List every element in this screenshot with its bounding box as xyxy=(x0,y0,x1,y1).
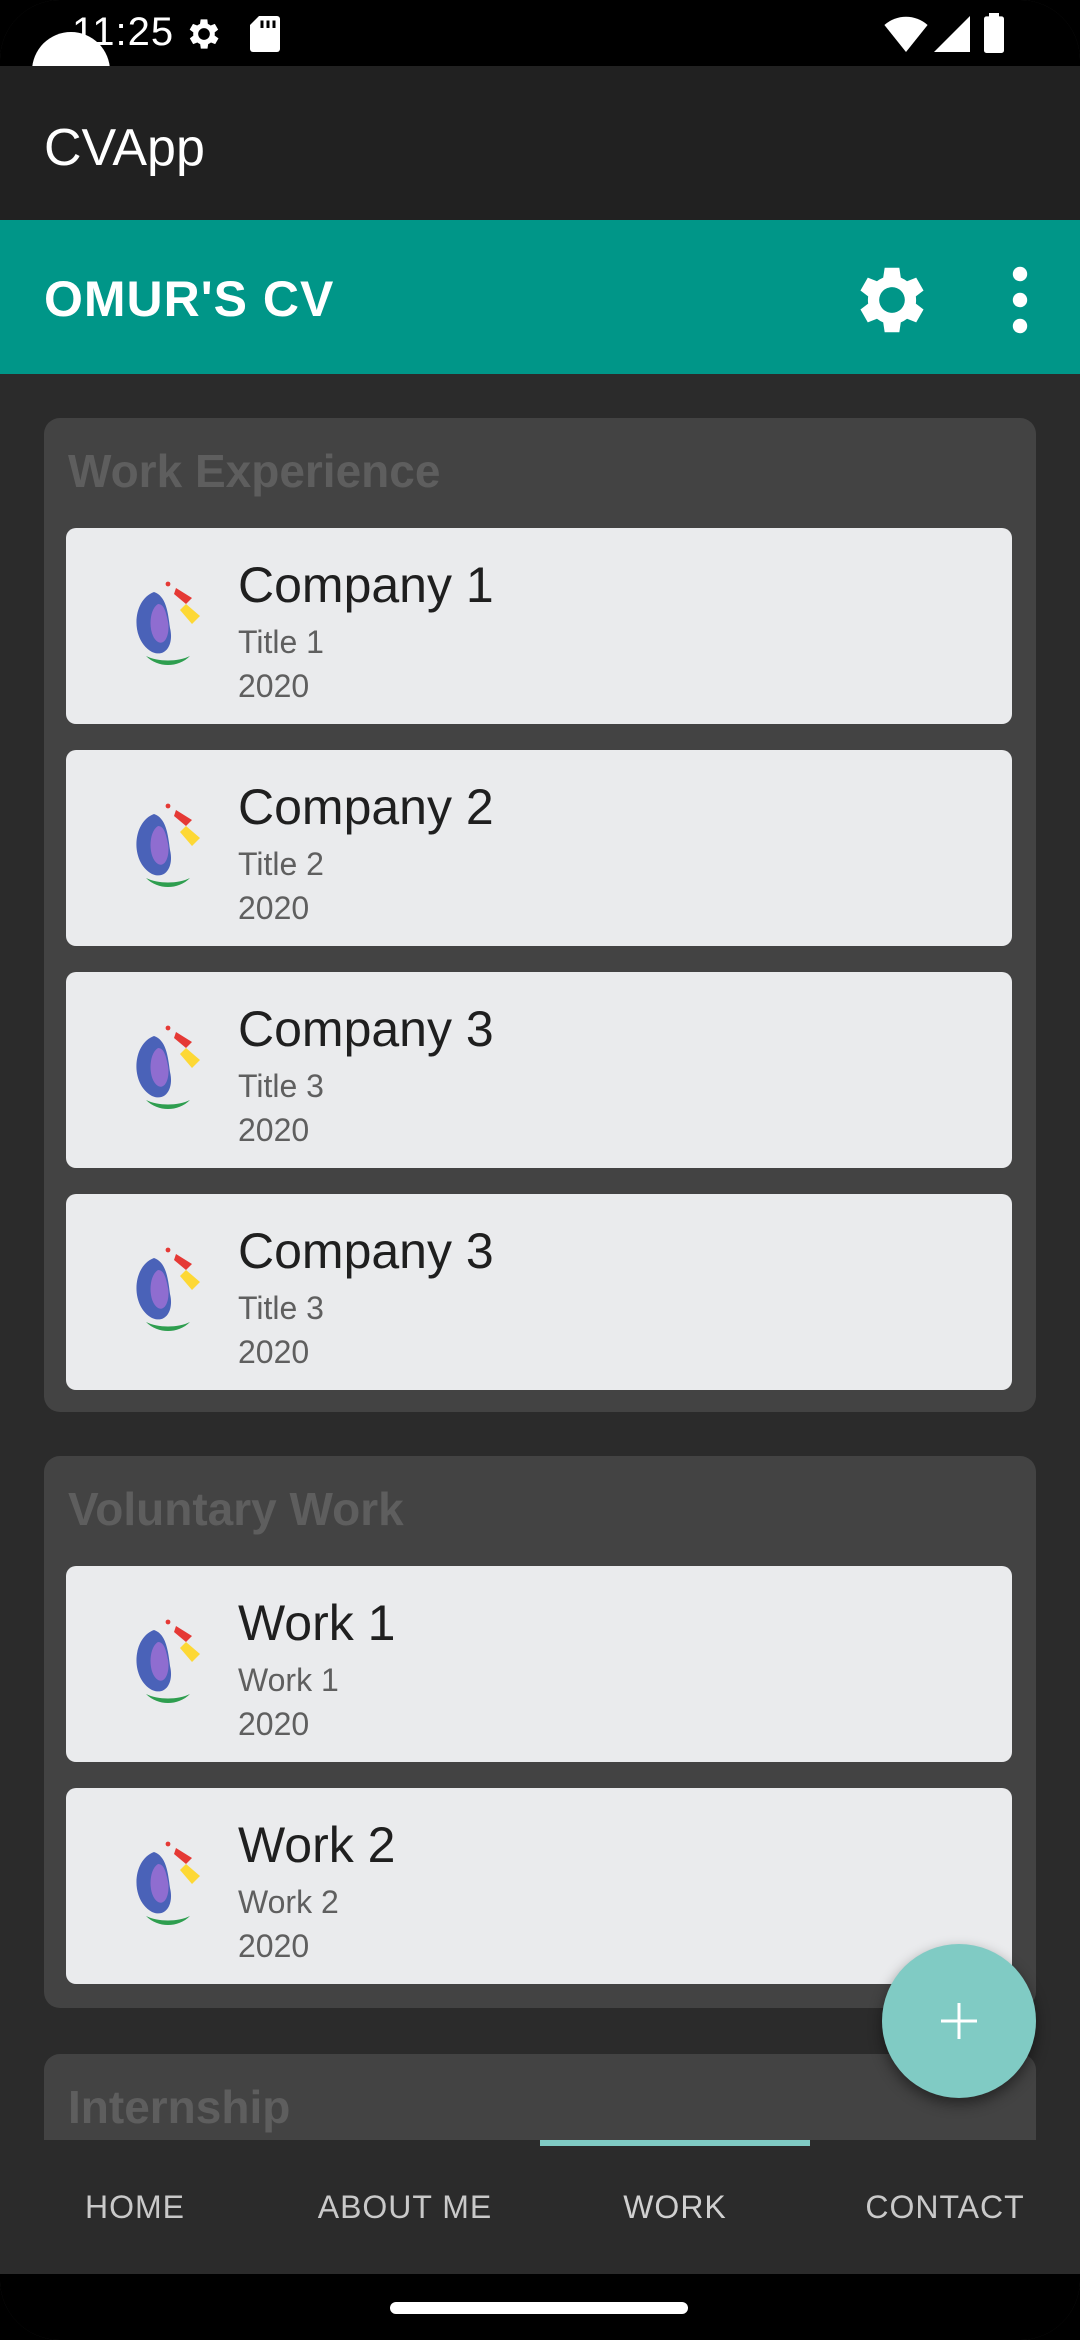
add-button[interactable] xyxy=(882,1944,1036,2098)
settings-icon[interactable] xyxy=(848,256,936,344)
toolbar: OMUR'S CV xyxy=(0,220,1080,374)
company-logo-icon xyxy=(136,581,200,665)
item-subtitle: Title 2 xyxy=(238,846,324,882)
company-logo-icon xyxy=(136,803,200,887)
wifi-icon xyxy=(884,16,928,52)
item-title: Company 3 xyxy=(238,1001,494,1057)
item-year: 2020 xyxy=(238,668,310,704)
section-title: Work Experience xyxy=(68,445,441,497)
list-item[interactable]: Company 3 Title 3 2020 xyxy=(66,972,1012,1168)
company-logo-icon xyxy=(136,1247,200,1331)
gesture-bar xyxy=(0,2274,1080,2340)
phone-screen: 11:25 CVApp OMUR'S CV Work Experience Co… xyxy=(0,0,1080,2340)
tab-work[interactable]: WORK xyxy=(540,2140,810,2274)
section-title: Voluntary Work xyxy=(68,1483,404,1535)
app-title: CVApp xyxy=(44,119,205,177)
item-subtitle: Title 1 xyxy=(238,624,324,660)
add-icon xyxy=(941,2003,977,2039)
item-title: Company 3 xyxy=(238,1223,494,1279)
item-title: Work 2 xyxy=(238,1817,396,1873)
home-handle[interactable] xyxy=(390,2302,688,2314)
list-item[interactable]: Work 1 Work 1 2020 xyxy=(66,1566,1012,1762)
toolbar-title: OMUR'S CV xyxy=(44,271,335,327)
item-year: 2020 xyxy=(238,1706,310,1742)
list-item[interactable]: Company 3 Title 3 2020 xyxy=(66,1194,1012,1390)
battery-icon xyxy=(984,13,1004,53)
app-title-bar: CVApp xyxy=(0,66,1080,220)
item-subtitle: Work 2 xyxy=(238,1884,339,1920)
tab-contact[interactable]: CONTACT xyxy=(810,2140,1080,2274)
more-vert-icon[interactable] xyxy=(1000,264,1040,336)
company-logo-icon xyxy=(136,1619,200,1703)
section-voluntary-work: Voluntary Work Work 1 Work 1 2020 Work 2… xyxy=(44,1456,1036,2008)
bottom-navigation: HOME ABOUT ME WORK CONTACT xyxy=(0,2140,1080,2274)
list-item[interactable]: Company 1 Title 1 2020 xyxy=(66,528,1012,724)
company-logo-icon xyxy=(136,1841,200,1925)
section-title: Internship xyxy=(68,2081,291,2133)
item-title: Company 2 xyxy=(238,779,494,835)
gear-icon xyxy=(189,19,219,49)
item-subtitle: Title 3 xyxy=(238,1290,324,1326)
item-year: 2020 xyxy=(238,1112,310,1148)
section-work-experience: Work Experience Company 1 Title 1 2020 C… xyxy=(44,418,1036,1412)
content-scroll[interactable]: Work Experience Company 1 Title 1 2020 C… xyxy=(0,374,1080,2140)
item-title: Work 1 xyxy=(238,1595,396,1651)
item-year: 2020 xyxy=(238,890,310,926)
list-item[interactable]: Company 2 Title 2 2020 xyxy=(66,750,1012,946)
tab-home[interactable]: HOME xyxy=(0,2140,270,2274)
item-subtitle: Work 1 xyxy=(238,1662,339,1698)
sd-card-icon xyxy=(250,16,280,52)
item-subtitle: Title 3 xyxy=(238,1068,324,1104)
tab-about-me[interactable]: ABOUT ME xyxy=(270,2140,540,2274)
status-bar: 11:25 xyxy=(0,0,1080,66)
item-title: Company 1 xyxy=(238,557,494,613)
item-year: 2020 xyxy=(238,1334,310,1370)
company-logo-icon xyxy=(136,1025,200,1109)
signal-icon xyxy=(934,16,970,52)
list-item[interactable]: Work 2 Work 2 2020 xyxy=(66,1788,1012,1984)
item-year: 2020 xyxy=(238,1928,310,1964)
